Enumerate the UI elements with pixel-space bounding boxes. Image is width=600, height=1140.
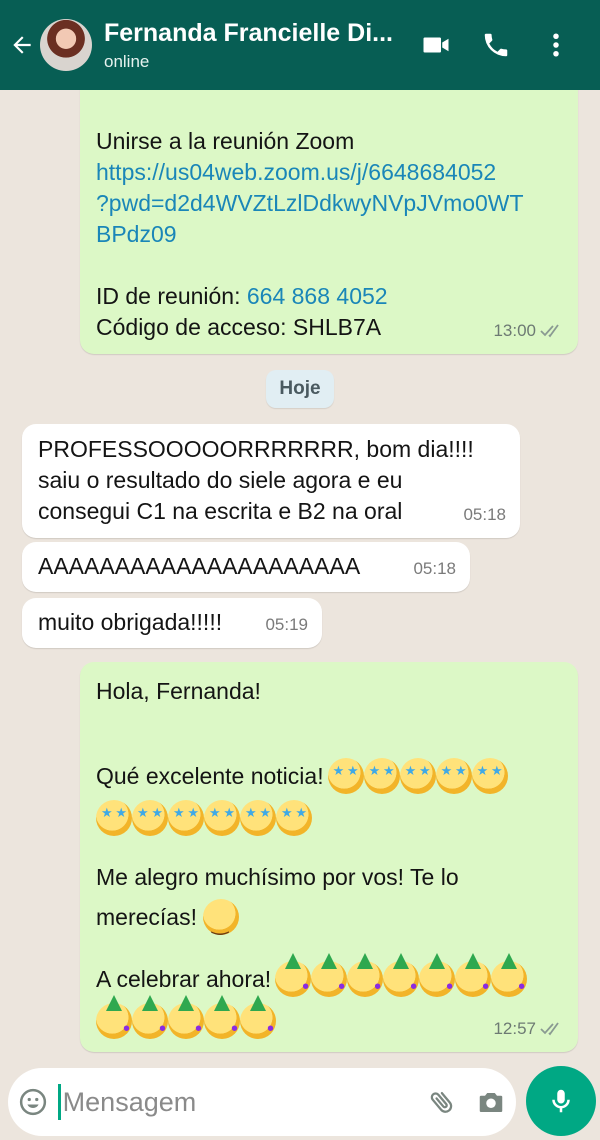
outgoing-message-reply[interactable]: Hola, Fernanda! Qué excelente noticia! M… — [80, 662, 578, 1052]
phone-call-icon[interactable] — [466, 15, 526, 75]
partying-face-emoji-icon — [419, 953, 456, 997]
mic-button[interactable] — [526, 1066, 596, 1136]
chat-header: Fernanda Francielle Di... online — [0, 0, 600, 90]
partying-face-emoji-icon — [347, 953, 384, 997]
outgoing-message-zoom[interactable]: Unirse a la reunión Zoom https://us04web… — [80, 90, 578, 354]
partying-face-emoji-icon — [240, 995, 276, 1039]
partying-face-emoji-icon — [383, 953, 420, 997]
star-struck-emoji-icon — [363, 758, 400, 794]
emoji-icon[interactable] — [8, 1068, 58, 1136]
date-chip: Hoje — [266, 370, 334, 408]
message-text: Unirse a la reunión Zoom — [96, 128, 355, 154]
smiling-face-emoji-icon — [202, 899, 239, 940]
access-code-line: Código de acceso: SHLB7A — [96, 314, 382, 340]
message-list[interactable]: Unirse a la reunión Zoom https://us04web… — [0, 90, 600, 1060]
star-struck-emoji-icon — [204, 800, 240, 836]
composer-bar — [0, 1060, 600, 1140]
zoom-link[interactable]: https://us04web.zoom.us/j/6648684052 ?pw… — [96, 157, 562, 250]
message-time: 12:57 — [493, 1013, 564, 1044]
incoming-message[interactable]: muito obrigada!!!!! 05:19 — [22, 598, 322, 648]
message-input[interactable] — [57, 1084, 417, 1120]
partying-face-emoji-icon — [311, 953, 348, 997]
back-arrow-icon[interactable] — [0, 0, 44, 90]
partying-face-emoji-icon — [491, 953, 528, 997]
star-struck-emoji-icon — [168, 800, 204, 836]
star-struck-emoji-icon — [399, 758, 436, 794]
star-struck-emoji-icon — [471, 758, 508, 794]
attach-icon[interactable] — [417, 1068, 467, 1136]
meeting-id-link[interactable]: 664 868 4052 — [247, 283, 388, 309]
star-struck-emoji-icon — [327, 758, 364, 794]
contact-info[interactable]: Fernanda Francielle Di... online — [104, 19, 406, 72]
video-call-icon[interactable] — [406, 15, 466, 75]
more-options-icon[interactable] — [526, 15, 586, 75]
read-ticks-icon — [540, 1021, 559, 1035]
star-struck-emoji-icon — [96, 800, 132, 836]
microphone-icon — [552, 1089, 570, 1113]
contact-name: Fernanda Francielle Di... — [104, 18, 393, 47]
star-struck-emoji-icon — [240, 800, 276, 836]
meeting-id-line: ID de reunión: 664 868 4052 — [96, 283, 388, 309]
camera-icon[interactable] — [466, 1068, 516, 1136]
message-time: 05:18 — [463, 505, 506, 524]
partying-face-emoji-icon — [275, 953, 312, 997]
star-struck-emoji-icon — [435, 758, 472, 794]
partying-face-emoji-icon — [132, 995, 168, 1039]
star-struck-emoji-icon — [276, 800, 312, 836]
read-ticks-icon — [540, 323, 559, 337]
message-time: 05:18 — [413, 559, 456, 578]
incoming-message[interactable]: PROFESSOOOOORRRRRRR, bom dia!!!! saiu o … — [22, 424, 520, 538]
partying-face-emoji-icon — [455, 953, 492, 997]
partying-face-emoji-icon — [96, 995, 132, 1039]
partying-face-emoji-icon — [204, 995, 240, 1039]
star-struck-emoji-icon — [132, 800, 168, 836]
message-time: 05:19 — [265, 615, 308, 634]
message-input-box — [8, 1068, 516, 1136]
incoming-message[interactable]: AAAAAAAAAAAAAAAAAAAAA 05:18 — [22, 542, 470, 592]
partying-face-emoji-icon — [168, 995, 204, 1039]
contact-status: online — [104, 51, 150, 71]
message-time: 13:00 — [493, 315, 564, 346]
avatar[interactable] — [40, 19, 92, 71]
